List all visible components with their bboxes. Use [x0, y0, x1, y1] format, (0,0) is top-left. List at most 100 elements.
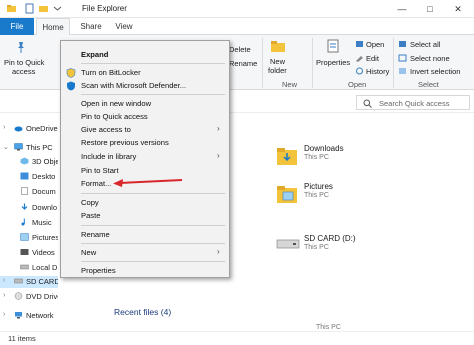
download-icon	[21, 203, 28, 210]
document-icon	[21, 187, 28, 195]
pin-quick-access-button[interactable]: Pin to Quick	[4, 58, 44, 67]
sidebar-item-videos[interactable]: Videos	[0, 247, 58, 259]
select-all-icon	[399, 41, 406, 47]
title-bar: File Explorer — □ ✕	[0, 0, 474, 18]
sidebar-item-local-disk[interactable]: Local D	[0, 262, 58, 274]
open-group-label: Open	[348, 80, 367, 89]
search-placeholder: Search Quick access	[379, 99, 450, 108]
properties-button[interactable]: Properties	[316, 58, 350, 67]
pin-icon	[18, 42, 24, 53]
annotation-arrow-icon	[113, 179, 183, 187]
folder-icon	[277, 148, 297, 165]
sidebar-item-desktop[interactable]: Deskto	[0, 171, 58, 183]
select-none-icon	[398, 54, 407, 62]
sidebar-item-onedrive[interactable]: › OneDrive	[0, 123, 58, 135]
close-button[interactable]: ✕	[444, 0, 472, 18]
quick-access-item-sd-card[interactable]: SD CARD (D:) This PC	[276, 231, 406, 261]
quick-access-item-pictures[interactable]: Pictures This PC	[276, 181, 396, 211]
history-button[interactable]: History	[366, 67, 389, 76]
tab-view[interactable]: View	[110, 18, 138, 35]
rename-button[interactable]: Rename	[229, 59, 257, 68]
chevron-right-icon[interactable]: ›	[3, 124, 5, 131]
menu-item-pin-quick-access[interactable]: Pin to Quick access	[61, 111, 229, 123]
item-count: 11 items	[8, 334, 36, 343]
drive-icon	[14, 278, 23, 284]
delete-button[interactable]: Delete	[229, 45, 251, 54]
sidebar-item-network[interactable]: › Network	[0, 310, 58, 322]
sidebar-item-downloads[interactable]: Downlo	[0, 202, 58, 214]
properties-icon	[327, 39, 339, 53]
select-all-button[interactable]: Select all	[410, 40, 440, 49]
cube-icon	[20, 157, 29, 165]
new-folder-label-2: folder	[268, 66, 287, 75]
invert-selection-icon	[399, 68, 406, 74]
folder-icon	[277, 186, 297, 203]
search-icon	[363, 99, 372, 108]
menu-item-pin-start[interactable]: Pin to Start	[61, 165, 229, 177]
edit-button[interactable]: Edit	[366, 54, 379, 63]
window-title: File Explorer	[82, 4, 127, 13]
open-icon	[356, 41, 363, 47]
chevron-right-icon[interactable]: ›	[3, 292, 5, 299]
maximize-button[interactable]: □	[416, 0, 444, 18]
history-icon	[356, 67, 363, 75]
menu-item-open-new-window[interactable]: Open in new window	[61, 98, 229, 110]
recent-file-location: This PC	[316, 324, 341, 331]
desktop-icon	[20, 172, 29, 180]
sidebar-item-sd-card[interactable]: › SD CARD (D:)	[0, 276, 58, 288]
select-group-label: Select	[418, 80, 439, 89]
chevron-right-icon: ›	[217, 124, 220, 133]
new-folder-icon[interactable]	[38, 3, 49, 14]
sidebar-item-documents[interactable]: Docum	[0, 186, 58, 198]
tab-home[interactable]: Home	[36, 18, 70, 36]
minimize-button[interactable]: —	[388, 0, 416, 18]
edit-icon	[356, 56, 363, 62]
sidebar-item-music[interactable]: Music	[0, 217, 58, 229]
menu-item-properties[interactable]: Properties	[61, 265, 229, 277]
sidebar-item-pictures[interactable]: Pictures	[0, 232, 58, 244]
select-none-button[interactable]: Select none	[410, 54, 450, 63]
menu-item-new[interactable]: New ›	[61, 247, 229, 259]
context-menu: Expand Turn on BitLocker Scan with Micro…	[60, 40, 230, 278]
folder-icon	[7, 5, 16, 12]
menu-item-give-access[interactable]: Give access to ›	[61, 124, 229, 136]
menu-item-expand[interactable]: Expand	[61, 49, 229, 61]
music-icon	[21, 218, 25, 226]
tab-share[interactable]: Share	[74, 18, 108, 35]
menu-item-restore-versions[interactable]: Restore previous versions	[61, 137, 229, 149]
menu-item-rename[interactable]: Rename	[61, 229, 229, 241]
video-icon	[20, 249, 29, 255]
menu-item-copy[interactable]: Copy	[61, 197, 229, 209]
chevron-right-icon: ›	[217, 151, 220, 160]
chevron-right-icon[interactable]: ›	[3, 311, 5, 318]
tab-file[interactable]: File	[0, 18, 34, 35]
chevron-right-icon: ›	[217, 247, 220, 256]
shield-icon	[66, 68, 76, 78]
recent-files-header[interactable]: Recent files (4)	[114, 307, 171, 317]
chevron-down-icon[interactable]	[52, 3, 63, 14]
chevron-down-icon[interactable]: ⌄	[3, 143, 9, 151]
menu-item-scan-defender[interactable]: Scan with Microsoft Defender...	[61, 80, 229, 92]
invert-selection-button[interactable]: Invert selection	[410, 67, 460, 76]
pin-quick-access-label-2: access	[12, 67, 36, 76]
quick-access-item-downloads[interactable]: Downloads This PC	[276, 143, 396, 173]
menu-item-turn-on-bitlocker[interactable]: Turn on BitLocker	[61, 67, 229, 79]
search-input[interactable]: Search Quick access	[356, 95, 470, 110]
chevron-right-icon[interactable]: ›	[3, 277, 5, 284]
menu-item-paste[interactable]: Paste	[61, 210, 229, 222]
status-bar: 11 items	[0, 331, 474, 345]
new-group-label: New	[282, 80, 298, 89]
open-button[interactable]: Open	[366, 40, 384, 49]
sidebar-item-this-pc[interactable]: ⌄ This PC	[0, 142, 58, 154]
sidebar-item-3d-objects[interactable]: 3D Obje	[0, 156, 58, 168]
properties-icon[interactable]	[24, 3, 35, 14]
sidebar-item-dvd-drive[interactable]: › DVD Drive (E:) ESD-I	[0, 291, 58, 303]
navigation-pane: › OneDrive ⌄ This PC 3D Obje Deskto Docu…	[0, 113, 58, 331]
ribbon-tabs: File Home Share View	[0, 18, 474, 36]
drive-icon	[276, 239, 300, 249]
drive-icon	[20, 264, 29, 270]
defender-icon	[67, 81, 75, 91]
new-folder-button[interactable]: New	[270, 57, 285, 66]
cloud-icon	[14, 126, 23, 132]
menu-item-include-library[interactable]: Include in library ›	[61, 151, 229, 163]
